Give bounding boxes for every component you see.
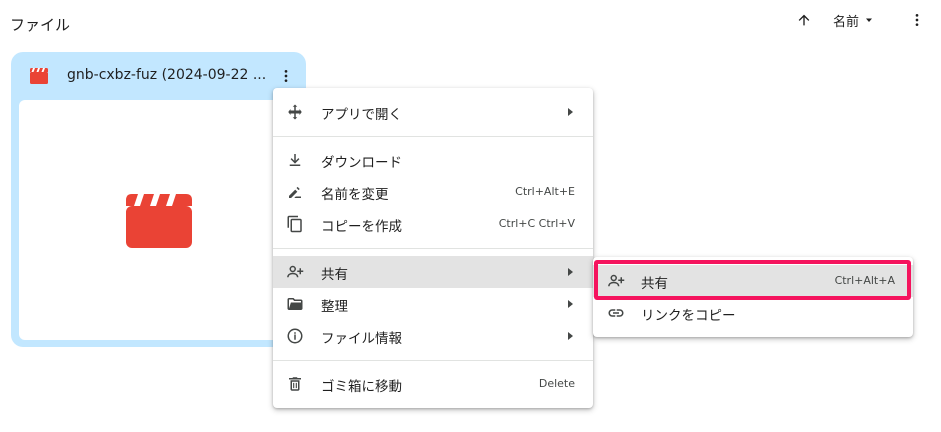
trash-icon — [286, 375, 304, 393]
submenu-item-share[interactable]: 共有 Ctrl+Alt+A — [593, 265, 913, 297]
menu-item-shortcut: Ctrl+C Ctrl+V — [498, 217, 575, 230]
edit-icon — [286, 183, 304, 201]
file-card-header: gnb-cxbz-fuz (2024-09-22 ... — [11, 52, 306, 100]
more-options-button[interactable] — [905, 8, 929, 32]
menu-item-label: コピーを作成 — [321, 219, 402, 235]
menu-item-shortcut: Delete — [538, 377, 575, 390]
menu-divider — [273, 136, 593, 137]
caret-down-icon — [866, 18, 873, 22]
submenu-arrow-icon — [568, 268, 573, 276]
copy-icon — [286, 215, 304, 233]
arrow-up-icon — [798, 14, 810, 26]
more-vert-icon — [284, 70, 288, 82]
sort-by-button[interactable]: 名前 — [833, 8, 875, 32]
menu-item-label: ダウンロード — [321, 155, 402, 171]
more-vert-icon — [915, 14, 919, 26]
menu-item-download[interactable]: ダウンロード — [273, 144, 593, 176]
file-thumbnail[interactable] — [19, 100, 298, 340]
section-title: ファイル — [10, 16, 71, 34]
menu-item-label: 名前を変更 — [321, 187, 389, 203]
file-name: gnb-cxbz-fuz (2024-09-22 ... — [67, 67, 267, 83]
menu-item-label: リンクをコピー — [641, 308, 736, 324]
sort-by-label: 名前 — [833, 14, 860, 30]
menu-item-label: ゴミ箱に移動 — [321, 379, 402, 395]
info-icon — [286, 327, 304, 345]
menu-item-shortcut: Ctrl+Alt+E — [515, 185, 575, 198]
person-add-icon — [607, 272, 625, 290]
file-more-button[interactable] — [274, 64, 298, 88]
menu-item-label: 共有 — [321, 267, 348, 283]
open-with-icon — [286, 103, 304, 121]
submenu-item-copy-link[interactable]: リンクをコピー — [593, 297, 913, 329]
download-icon — [286, 151, 304, 169]
menu-item-make-copy[interactable]: コピーを作成 Ctrl+C Ctrl+V — [273, 208, 593, 240]
menu-item-label: 整理 — [321, 299, 348, 315]
menu-item-label: アプリで開く — [321, 107, 402, 123]
video-file-icon — [126, 194, 192, 248]
menu-divider — [273, 248, 593, 249]
context-menu: アプリで開く ダウンロード 名前を変更 Ctrl+Alt+E コピーを作成 Ct… — [273, 88, 593, 408]
person-add-icon — [286, 263, 304, 281]
video-file-icon — [30, 68, 48, 84]
file-card[interactable]: gnb-cxbz-fuz (2024-09-22 ... — [11, 52, 306, 347]
menu-item-open-with[interactable]: アプリで開く — [273, 96, 593, 128]
menu-item-share[interactable]: 共有 — [273, 256, 593, 288]
share-submenu: 共有 Ctrl+Alt+A リンクをコピー — [593, 257, 913, 337]
menu-item-move-to-trash[interactable]: ゴミ箱に移動 Delete — [273, 368, 593, 400]
menu-divider — [273, 360, 593, 361]
menu-item-label: 共有 — [641, 276, 668, 292]
folder-open-icon — [286, 295, 304, 313]
sort-direction-button[interactable] — [792, 8, 816, 32]
submenu-arrow-icon — [568, 300, 573, 308]
menu-item-shortcut: Ctrl+Alt+A — [834, 274, 895, 287]
submenu-arrow-icon — [568, 332, 573, 340]
link-icon — [607, 304, 625, 322]
menu-item-label: ファイル情報 — [321, 331, 402, 347]
menu-item-rename[interactable]: 名前を変更 Ctrl+Alt+E — [273, 176, 593, 208]
submenu-arrow-icon — [568, 108, 573, 116]
menu-item-organize[interactable]: 整理 — [273, 288, 593, 320]
menu-item-file-info[interactable]: ファイル情報 — [273, 320, 593, 352]
